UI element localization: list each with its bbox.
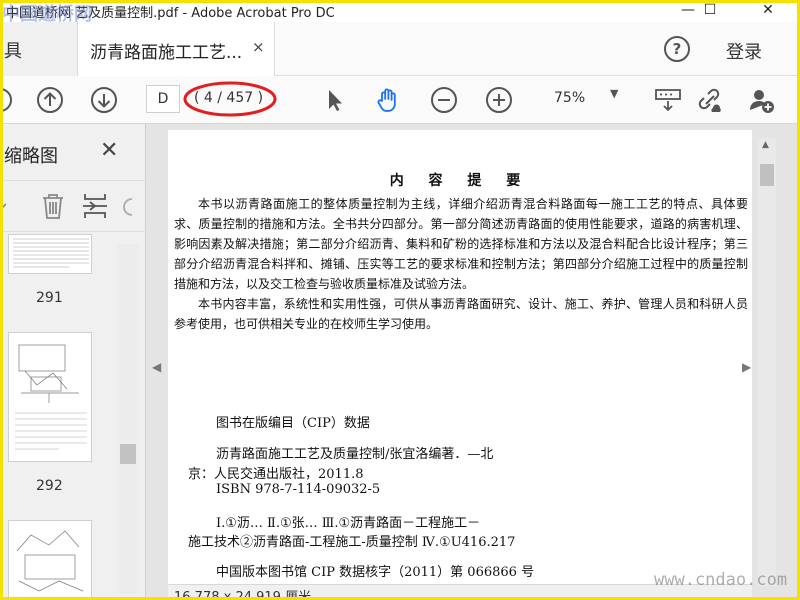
thumbnail-panel: 缩略图 ✕ 291 292 <box>0 124 146 600</box>
chevron-down-icon[interactable] <box>0 197 6 217</box>
thumbnail-page-image <box>16 530 84 592</box>
tab-document-label: 沥青路面施工工艺... <box>90 43 243 63</box>
form-fill-icon[interactable] <box>654 86 682 114</box>
thumbnail-toolbar <box>0 180 146 232</box>
cip-line-5: 施工技术②沥青路面-工程施工-质量控制 Ⅳ.①U416.217 <box>188 535 516 550</box>
tab-bar: 具 沥青路面施工工艺... × ? 登录 <box>0 22 800 76</box>
thumbnail-number: 291 <box>36 290 63 306</box>
thumbnail-close-icon[interactable]: ✕ <box>100 138 118 163</box>
thumbnail-scrollbar-thumb[interactable] <box>120 444 136 464</box>
tab-tools-label: 具 <box>4 41 22 62</box>
cip-title: 图书在版编目（CIP）数据 <box>216 416 370 431</box>
document-paragraph-1: 本书以沥青路面施工的整体质量控制为主线，详细介绍沥青混合料路面每一施工工艺的特点… <box>174 197 748 291</box>
login-button[interactable]: 登录 <box>726 38 762 64</box>
next-page-arrow-icon[interactable]: ▶ <box>742 360 751 374</box>
thumbnail-scrollbar[interactable] <box>118 244 138 594</box>
toolbar: D ( 4 / 457 ) 75% ▼ <box>0 76 800 124</box>
document-scrollbar-thumb[interactable] <box>760 164 774 186</box>
page-number-input[interactable]: D <box>146 85 180 113</box>
watermark-bottom-right: www.cndao.com <box>654 570 788 590</box>
thumbnail-page-image <box>15 344 87 450</box>
document-scrollbar[interactable]: ▲ <box>758 138 776 586</box>
partial-circle-icon[interactable] <box>0 86 22 114</box>
pdf-page: 内 容 提 要 本书以沥青路面施工的整体质量控制为主线，详细介绍沥青混合料路面每… <box>168 130 752 596</box>
delete-page-icon[interactable] <box>38 191 68 221</box>
previous-page-arrow-icon[interactable]: ◀ <box>152 360 161 374</box>
cip-line-4: Ⅰ.①沥… Ⅱ.①张… Ⅲ.①沥青路面－工程施工－ <box>216 516 481 531</box>
document-area: ◀ 内 容 提 要 本书以沥青路面施工的整体质量控制为主线，详细介绍沥青混合料路… <box>146 124 800 600</box>
zoom-value: 75% <box>554 90 586 106</box>
next-page-icon[interactable] <box>90 86 118 114</box>
title-bar: 中国道桥网 艺及质量控制.pdf - Adobe Acrobat Pro DC … <box>0 0 800 22</box>
select-cursor-icon[interactable] <box>320 86 348 114</box>
thumbnail-page-image <box>13 238 89 268</box>
cip-line-6: 中国版本图书馆 CIP 数据核字（2011）第 066866 号 <box>216 565 535 580</box>
close-window-button[interactable]: ✕ <box>748 0 788 22</box>
add-user-icon[interactable] <box>748 86 776 114</box>
share-link-icon[interactable] <box>696 86 724 114</box>
zoom-in-icon[interactable] <box>485 86 513 114</box>
zoom-out-icon[interactable] <box>430 86 458 114</box>
thumbnail-page-291[interactable] <box>8 234 92 274</box>
watermark-top-left: 中国道桥网 <box>2 4 92 25</box>
maximize-button[interactable]: ☐ <box>690 0 730 22</box>
rotate-page-icon[interactable] <box>122 195 134 219</box>
thumbnail-number: 292 <box>36 478 63 494</box>
document-paragraph-2: 本书内容丰富，系统性和实用性强，可供从事沥青路面研究、设计、施工、养护、管理人员… <box>174 297 748 331</box>
thumbnail-list: 291 292 <box>0 234 130 600</box>
cip-line-2: 京：人民交通出版社，2011.8 <box>188 467 364 482</box>
extract-page-icon[interactable] <box>80 191 110 221</box>
previous-page-icon[interactable] <box>36 86 64 114</box>
thumbnail-page-292[interactable] <box>8 332 92 462</box>
hand-tool-icon[interactable] <box>374 86 402 114</box>
page-size-status: 16.778 x 24.919 厘米 <box>174 590 312 600</box>
document-heading: 内 容 提 要 <box>389 173 531 189</box>
red-circle-annotation <box>183 81 277 117</box>
help-icon[interactable]: ? <box>664 36 690 62</box>
chevron-down-icon: ▼ <box>610 87 619 100</box>
cip-line-3: ISBN 978-7-114-09032-5 <box>216 482 381 497</box>
zoom-dropdown[interactable]: 75% ▼ <box>542 85 630 113</box>
thumbnail-page-293[interactable] <box>8 520 92 600</box>
thumbnail-panel-title: 缩略图 <box>4 146 58 167</box>
scroll-up-icon[interactable]: ▲ <box>762 140 769 150</box>
tab-tools[interactable]: 具 <box>0 22 78 76</box>
tab-document[interactable]: 沥青路面施工工艺... × <box>78 22 275 76</box>
cip-line-1: 沥青路面施工工艺及质量控制/张宜洛编著．—北 <box>216 447 494 462</box>
tab-close-icon[interactable]: × <box>252 38 265 56</box>
